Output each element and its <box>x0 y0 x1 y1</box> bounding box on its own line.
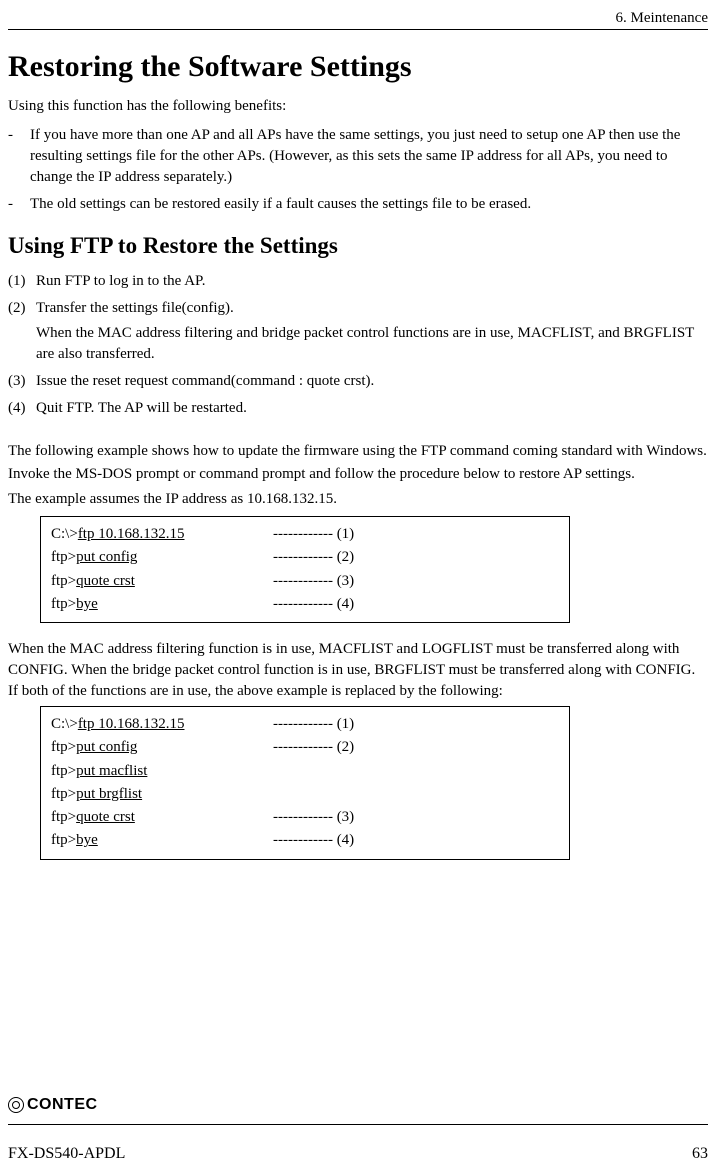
prompt: ftp> <box>51 739 76 755</box>
command: quote crst <box>76 573 135 589</box>
paragraph: When the MAC address filtering function … <box>8 639 708 702</box>
chapter-header: 6. Meintenance <box>8 10 708 30</box>
list-item: - The old settings can be restored easil… <box>8 194 708 215</box>
annotation: ------------ (1) <box>273 523 354 546</box>
annotation: ------------ (3) <box>273 570 354 593</box>
command: quote crst <box>76 809 135 825</box>
step-text: Run FTP to log in to the AP. <box>36 271 205 292</box>
step-item: (2) Transfer the settings file(config). … <box>8 298 708 365</box>
code-line: ftp>bye ------------ (4) <box>51 829 559 852</box>
annotation: ------------ (4) <box>273 593 354 616</box>
step-number: (4) <box>8 398 36 419</box>
prompt: ftp> <box>51 809 76 825</box>
prompt: C:\> <box>51 716 78 732</box>
prompt: ftp> <box>51 763 76 779</box>
prompt: ftp> <box>51 549 76 565</box>
annotation: ------------ (1) <box>273 713 354 736</box>
code-line: ftp>put config ------------ (2) <box>51 736 559 759</box>
step-number: (3) <box>8 371 36 392</box>
annotation: ------------ (2) <box>273 546 354 569</box>
step-number: (1) <box>8 271 36 292</box>
page-title: Restoring the Software Settings <box>8 50 708 84</box>
step-item: (3) Issue the reset request command(comm… <box>8 371 708 392</box>
prompt: C:\> <box>51 526 78 542</box>
command: ftp 10.168.132.15 <box>78 716 185 732</box>
paragraph: The following example shows how to updat… <box>8 441 708 462</box>
step-text: Transfer the settings file(config). <box>36 298 234 319</box>
code-line: ftp>quote crst ------------ (3) <box>51 806 559 829</box>
code-line: ftp>put macflist <box>51 760 559 783</box>
footer: CONTEC FX-DS540-APDL 63 <box>8 1106 708 1163</box>
list-item-text: The old settings can be restored easily … <box>30 194 531 215</box>
steps-list: (1) Run FTP to log in to the AP. (2) Tra… <box>8 271 708 419</box>
brand-logo: CONTEC <box>8 1096 708 1114</box>
code-line: ftp>put brgflist <box>51 783 559 806</box>
prompt: ftp> <box>51 786 76 802</box>
annotation: ------------ (2) <box>273 736 354 759</box>
list-item-text: If you have more than one AP and all APs… <box>30 125 708 188</box>
command: put config <box>76 549 137 565</box>
logo-icon <box>8 1097 24 1113</box>
code-line: ftp>put config ------------ (2) <box>51 546 559 569</box>
command: put config <box>76 739 137 755</box>
step-item: (1) Run FTP to log in to the AP. <box>8 271 708 292</box>
prompt: ftp> <box>51 573 76 589</box>
command: bye <box>76 832 98 848</box>
code-line: C:\>ftp 10.168.132.15 ------------ (1) <box>51 523 559 546</box>
command: bye <box>76 596 98 612</box>
paragraph: Invoke the MS-DOS prompt or command prom… <box>8 464 708 485</box>
benefit-list: - If you have more than one AP and all A… <box>8 125 708 215</box>
intro-text: Using this function has the following be… <box>8 98 708 115</box>
brand-name: CONTEC <box>27 1096 98 1114</box>
list-item: - If you have more than one AP and all A… <box>8 125 708 188</box>
step-text: Quit FTP. The AP will be restarted. <box>36 398 247 419</box>
step-number: (2) <box>8 298 36 319</box>
section-title: Using FTP to Restore the Settings <box>8 233 708 259</box>
code-line: C:\>ftp 10.168.132.15 ------------ (1) <box>51 713 559 736</box>
code-box-1: C:\>ftp 10.168.132.15 ------------ (1) f… <box>40 516 570 623</box>
dash-icon: - <box>8 194 30 215</box>
model-number: FX-DS540-APDL <box>8 1145 125 1163</box>
annotation: ------------ (4) <box>273 829 354 852</box>
command: put macflist <box>76 763 147 779</box>
prompt: ftp> <box>51 596 76 612</box>
command: ftp 10.168.132.15 <box>78 526 185 542</box>
step-item: (4) Quit FTP. The AP will be restarted. <box>8 398 708 419</box>
command: put brgflist <box>76 786 142 802</box>
step-subtext: When the MAC address filtering and bridg… <box>36 323 708 365</box>
code-line: ftp>bye ------------ (4) <box>51 593 559 616</box>
code-line: ftp>quote crst ------------ (3) <box>51 570 559 593</box>
code-box-2: C:\>ftp 10.168.132.15 ------------ (1) f… <box>40 706 570 860</box>
dash-icon: - <box>8 125 30 146</box>
prompt: ftp> <box>51 832 76 848</box>
step-text: Issue the reset request command(command … <box>36 371 374 392</box>
paragraph: The example assumes the IP address as 10… <box>8 489 708 510</box>
annotation: ------------ (3) <box>273 806 354 829</box>
page-number: 63 <box>692 1145 708 1163</box>
